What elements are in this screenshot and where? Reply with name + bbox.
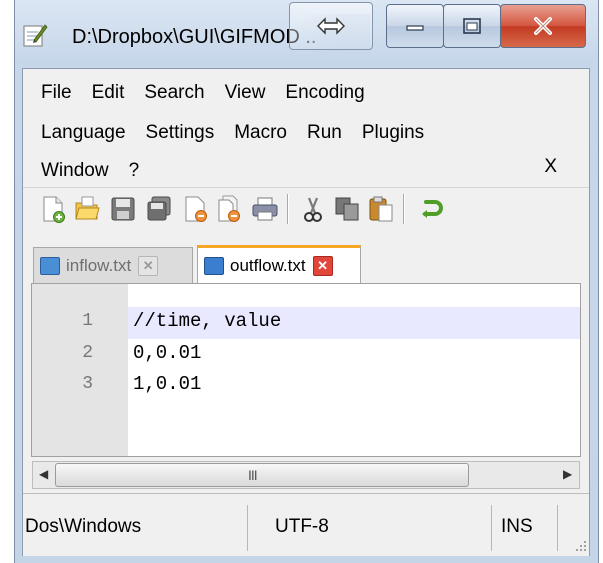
scrollbar-grip: III — [248, 467, 258, 483]
tab-label: inflow.txt — [66, 255, 132, 275]
toolbar-separator — [403, 194, 405, 224]
toolbar-divider — [23, 187, 589, 188]
menu-plugins[interactable]: Plugins — [362, 122, 424, 144]
menu-search[interactable]: Search — [144, 82, 204, 104]
status-encoding: UTF-8 — [275, 516, 329, 537]
toolbar-separator — [287, 194, 289, 224]
new-file-icon[interactable] — [39, 195, 67, 223]
status-eol: Dos\Windows — [25, 516, 142, 537]
code-line[interactable]: 0,0.01 — [133, 342, 201, 364]
close-window-button[interactable] — [500, 4, 586, 48]
status-separator — [491, 505, 492, 551]
paste-icon[interactable] — [367, 195, 395, 223]
print-icon[interactable] — [251, 195, 279, 223]
menu-settings[interactable]: Settings — [146, 122, 215, 144]
line-number-gutter — [32, 284, 128, 456]
tab-close-icon[interactable]: ✕ — [312, 255, 333, 276]
menu-file[interactable]: File — [41, 82, 72, 104]
scroll-left-arrow-icon[interactable]: ◀ — [39, 467, 48, 481]
scrollbar-thumb[interactable] — [55, 463, 469, 487]
close-document-menu-button[interactable]: X — [544, 156, 557, 178]
resize-grip-icon[interactable] — [575, 539, 587, 551]
line-number: 2 — [82, 343, 93, 363]
open-file-icon[interactable] — [73, 195, 101, 223]
menu-bar-row-2: Language Settings Macro Run Plugins — [41, 115, 444, 151]
close-all-icon[interactable] — [215, 195, 243, 223]
menu-bar-row-1: File Edit Search View Encoding — [41, 75, 385, 111]
menu-language[interactable]: Language — [41, 122, 126, 144]
minimize-button[interactable] — [386, 4, 444, 48]
saved-file-icon — [204, 256, 224, 275]
window-title: D:\Dropbox\GUI\GIFMOD .. — [72, 26, 317, 48]
cut-icon[interactable] — [299, 195, 327, 223]
code-line[interactable]: 1,0.01 — [133, 373, 201, 395]
copy-icon[interactable] — [333, 195, 361, 223]
tab-inflow[interactable]: inflow.txt ✕ — [33, 247, 193, 283]
tab-outflow[interactable]: outflow.txt ✕ — [197, 245, 361, 283]
menu-window[interactable]: Window — [41, 160, 109, 182]
menu-edit[interactable]: Edit — [92, 82, 125, 104]
code-line[interactable]: //time, value — [133, 310, 281, 332]
status-separator — [557, 505, 558, 551]
line-number: 1 — [82, 311, 93, 331]
resize-arrows-icon — [317, 17, 345, 35]
line-number: 3 — [82, 374, 93, 394]
menu-help[interactable]: ? — [129, 160, 140, 182]
client-area: File Edit Search View Encoding Language … — [22, 68, 590, 556]
close-file-icon[interactable] — [181, 195, 209, 223]
menu-view[interactable]: View — [225, 82, 266, 104]
save-all-icon[interactable] — [145, 195, 173, 223]
saved-file-icon — [40, 256, 60, 275]
minimize-icon — [406, 25, 424, 31]
menu-run[interactable]: Run — [307, 122, 342, 144]
save-icon[interactable] — [109, 195, 137, 223]
status-insert-mode: INS — [501, 516, 533, 537]
resize-cursor-overlay — [289, 2, 373, 50]
maximize-button[interactable] — [443, 4, 501, 48]
tab-close-icon[interactable]: ✕ — [138, 255, 159, 276]
notepad-app-icon[interactable] — [22, 22, 48, 48]
menu-encoding[interactable]: Encoding — [285, 82, 364, 104]
scroll-right-arrow-icon[interactable]: ▶ — [563, 467, 572, 481]
maximize-icon — [463, 18, 481, 34]
tab-label: outflow.txt — [230, 255, 306, 275]
status-separator — [247, 505, 248, 551]
menu-macro[interactable]: Macro — [234, 122, 287, 144]
undo-icon[interactable] — [417, 195, 445, 223]
close-icon — [534, 17, 552, 35]
menu-bar-row-3: Window ? — [41, 153, 159, 189]
